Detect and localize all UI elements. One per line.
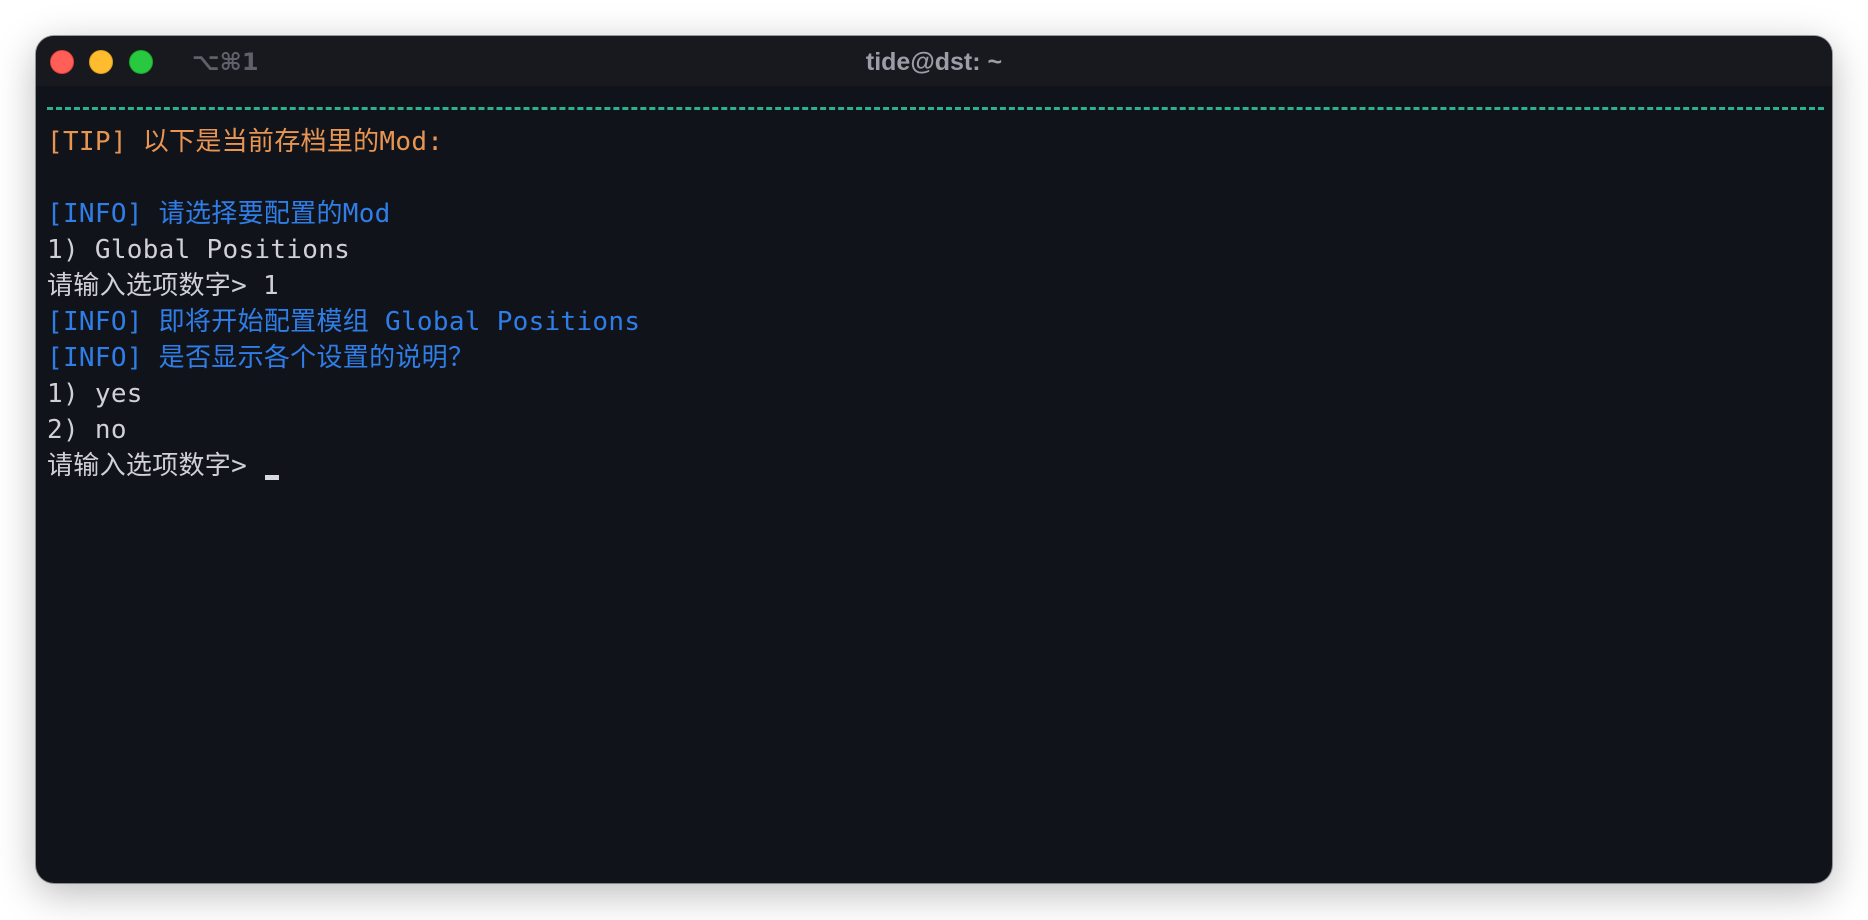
window-title: tide@dst: ~	[865, 48, 1003, 76]
terminal-prompt-line[interactable]: 请输入选项数字>	[47, 448, 1824, 484]
terminal-line-info: [INFO] 请选择要配置的Mod	[47, 199, 391, 229]
terminal-line-info: [INFO] 是否显示各个设置的说明？	[47, 343, 475, 373]
terminal-line-tip: [TIP] 以下是当前存档里的Mod:	[47, 127, 444, 157]
terminal-line-input: 请输入选项数字> 1	[47, 271, 279, 301]
terminal-line-info: [INFO] 即将开始配置模组 Global Positions	[47, 307, 641, 337]
terminal-output[interactable]: [TIP] 以下是当前存档里的Mod: [INFO] 请选择要配置的Mod 1)…	[47, 124, 1824, 484]
prompt-text: 请输入选项数字>	[47, 451, 264, 481]
terminal-line-option: 2) no	[47, 415, 127, 445]
title-bar[interactable]: ⌥⌘1 tide@dst: ~	[36, 36, 1832, 86]
separator-line	[47, 107, 1824, 110]
text-cursor	[265, 475, 280, 480]
terminal-line-option: 1) yes	[47, 379, 143, 409]
terminal-line-option: 1) Global Positions	[47, 235, 351, 265]
terminal-window: ⌥⌘1 tide@dst: ~ [TIP] 以下是当前存档里的Mod: [INF…	[36, 36, 1832, 883]
